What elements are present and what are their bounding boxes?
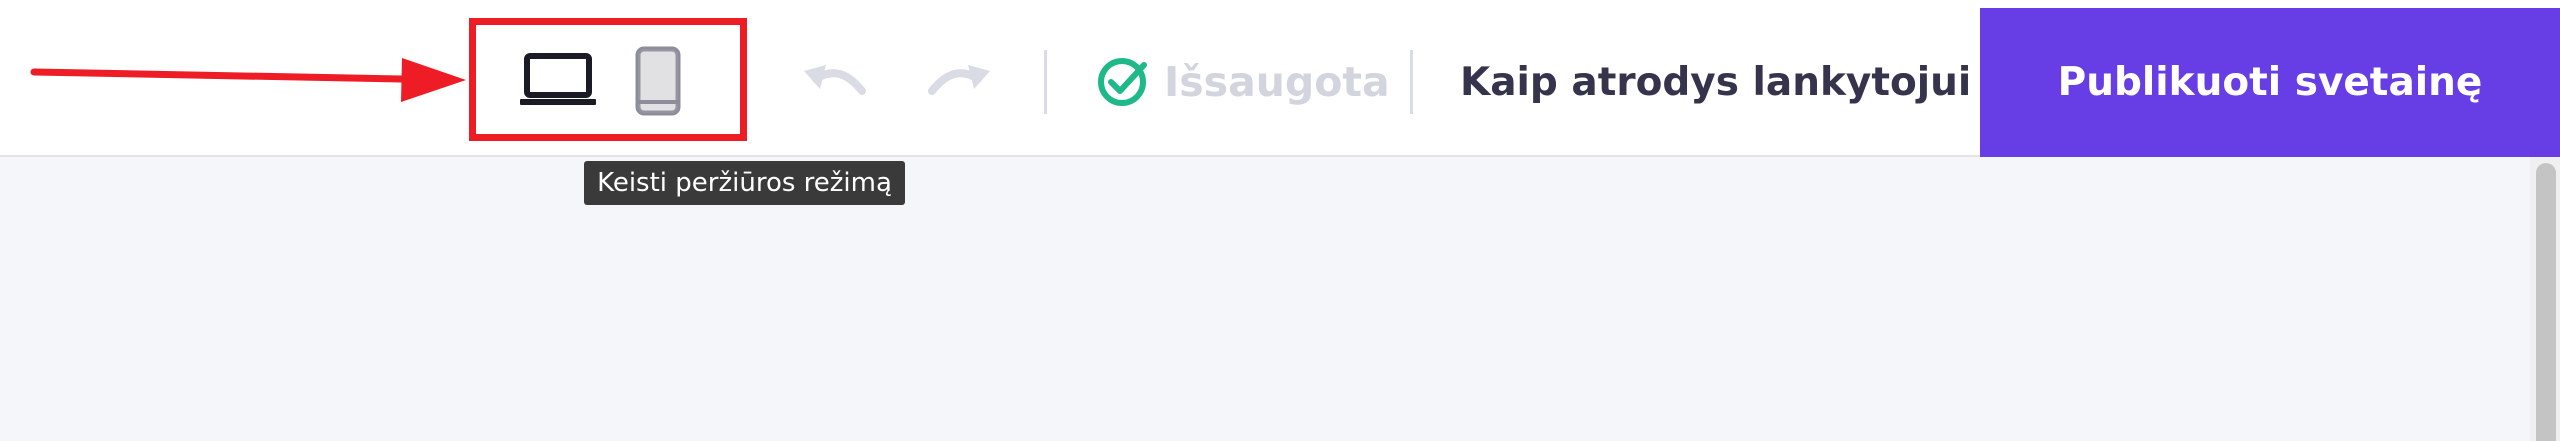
redo-button[interactable]: [918, 52, 1004, 112]
toolbar-divider: [1044, 50, 1047, 114]
save-status-label: Išsaugota: [1164, 58, 1390, 106]
editor-toolbar: Išsaugota Kaip atrodys lankytojui Publik…: [0, 0, 2560, 157]
annotation-highlight-box: [469, 18, 747, 141]
desktop-view-button[interactable]: [516, 44, 600, 116]
undo-icon: [804, 65, 866, 95]
preview-as-visitor-button[interactable]: Kaip atrodys lankytojui: [1460, 52, 1971, 112]
scrollbar-thumb[interactable]: [2536, 163, 2556, 441]
annotation-arrow: [30, 58, 466, 102]
editor-canvas: [0, 157, 2530, 441]
redo-icon: [928, 65, 990, 95]
undo-button[interactable]: [790, 52, 876, 112]
mobile-icon: [635, 46, 681, 116]
save-status: Išsaugota: [1096, 52, 1390, 112]
toolbar-divider: [1410, 50, 1413, 114]
mobile-view-button[interactable]: [620, 40, 696, 122]
laptop-icon: [520, 53, 596, 105]
view-mode-tooltip: Keisti peržiūros režimą: [584, 161, 905, 205]
publish-website-button[interactable]: Publikuoti svetainę: [1980, 8, 2560, 157]
check-circle-icon: [1098, 58, 1147, 106]
